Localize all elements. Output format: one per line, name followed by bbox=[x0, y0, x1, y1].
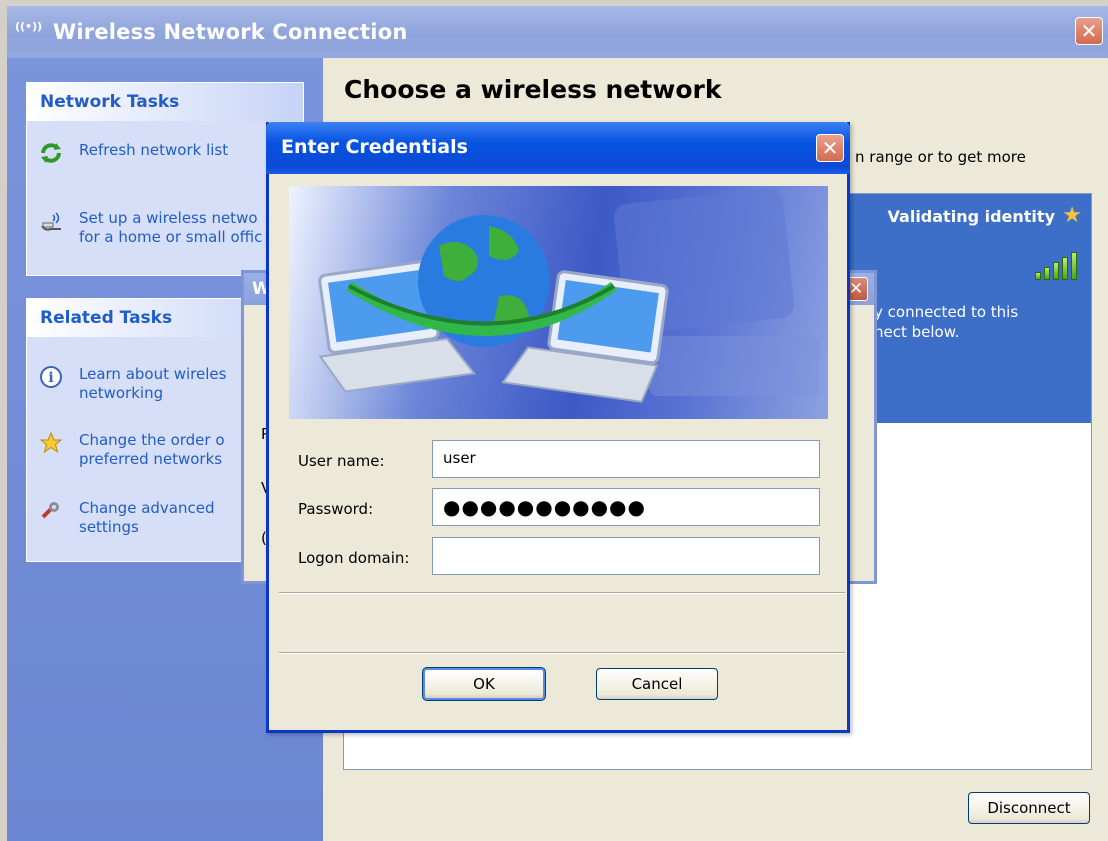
username-field[interactable]: user bbox=[432, 440, 820, 478]
close-button[interactable]: ✕ bbox=[1075, 17, 1103, 45]
instruction-text: n range or to get more bbox=[855, 148, 1026, 166]
network-tasks-panel: Network Tasks Refresh network list Set u… bbox=[26, 82, 304, 276]
network-status: Validating identity bbox=[887, 207, 1055, 226]
refresh-icon bbox=[39, 141, 63, 165]
enter-credentials-dialog: Enter Credentials ✕ User name: user Pass… bbox=[266, 122, 850, 733]
network-tasks-heading: Network Tasks bbox=[27, 83, 303, 121]
password-field[interactable]: ●●●●●●●●●●● bbox=[432, 488, 820, 526]
page-title: Choose a wireless network bbox=[344, 75, 722, 104]
info-icon: i bbox=[39, 365, 63, 389]
network-description: y connected to this nect below. bbox=[874, 303, 1019, 341]
settings-icon bbox=[39, 499, 63, 523]
dialog-title-bar[interactable]: Enter Credentials ✕ bbox=[266, 122, 850, 174]
network-banner-image bbox=[289, 186, 828, 419]
title-bar[interactable]: ((•)) Wireless Network Connection ✕ bbox=[7, 6, 1108, 58]
window-title: Wireless Network Connection bbox=[53, 20, 408, 44]
star-icon bbox=[39, 431, 63, 455]
wireless-setup-icon bbox=[39, 209, 63, 233]
dialog-close-button[interactable]: ✕ bbox=[816, 134, 844, 162]
preferred-star-icon: ★ bbox=[1062, 203, 1082, 228]
signal-strength-icon bbox=[1035, 252, 1079, 280]
username-label: User name: bbox=[298, 452, 385, 470]
ok-button[interactable]: OK bbox=[422, 667, 546, 701]
dialog-title: Enter Credentials bbox=[281, 136, 468, 158]
logon-domain-field[interactable] bbox=[432, 537, 820, 575]
cancel-button[interactable]: Cancel bbox=[596, 668, 718, 700]
disconnect-button[interactable]: Disconnect bbox=[968, 792, 1090, 824]
svg-text:i: i bbox=[48, 370, 53, 386]
logon-domain-label: Logon domain: bbox=[298, 549, 410, 567]
wireless-icon: ((•)) bbox=[15, 20, 43, 33]
divider bbox=[279, 652, 845, 654]
divider bbox=[279, 592, 845, 594]
password-label: Password: bbox=[298, 500, 374, 518]
